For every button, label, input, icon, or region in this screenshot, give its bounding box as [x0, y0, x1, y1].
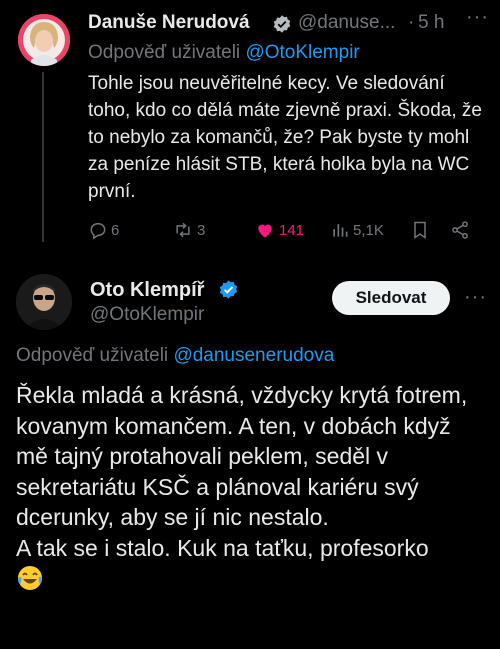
replying-to: Odpověď uživateli @OtoKlempir: [88, 42, 360, 64]
reply-mention-link[interactable]: @danusenerudova: [173, 345, 334, 366]
more-options-icon[interactable]: ···: [466, 6, 489, 29]
avatar-oto[interactable]: [16, 274, 72, 330]
avatar-danuse[interactable]: [18, 14, 70, 66]
reply-prefix: Odpověď uživateli: [16, 345, 169, 366]
bookmark-icon: [414, 221, 426, 239]
replying-to: Odpověď uživateli @danusenerudova: [16, 345, 334, 367]
author-name[interactable]: Oto Klempíř: [90, 279, 204, 302]
share-button[interactable]: [450, 220, 473, 240]
more-options-icon[interactable]: ···: [464, 286, 487, 309]
tweet-actions: 6 3 141 5,1K: [88, 220, 488, 246]
share-icon: [452, 221, 468, 239]
retweet-button[interactable]: 3: [172, 220, 205, 240]
avatar-portrait-icon: [18, 14, 70, 66]
tweet-text-body: Řekla mladá a krásná, vždycky krytá fotr…: [16, 382, 468, 561]
reply-mention-link[interactable]: @OtoKlempir: [245, 42, 359, 63]
like-button[interactable]: 141: [254, 220, 304, 240]
reply-prefix: Odpověď uživateli: [88, 42, 241, 63]
time-separator: ·: [408, 12, 415, 33]
face-with-tears-of-joy-icon: [16, 564, 44, 600]
retweet-icon: [176, 222, 190, 238]
follow-button[interactable]: Sledovat: [332, 281, 450, 315]
verified-badge-icon: [218, 279, 239, 305]
reply-count: 6: [111, 221, 120, 239]
bookmark-button[interactable]: [410, 220, 433, 240]
reply-icon: [90, 223, 106, 240]
timestamp[interactable]: 5 h: [418, 12, 444, 34]
like-count: 141: [279, 221, 305, 239]
views-chart-icon: [333, 224, 348, 237]
verified-badge-icon: [272, 14, 292, 39]
heart-icon: [258, 224, 272, 238]
author-handle[interactable]: @OtoKlempir: [90, 304, 204, 326]
avatar-portrait-icon: [16, 274, 72, 330]
reply-button[interactable]: 6: [88, 220, 119, 240]
thread-line: [42, 72, 44, 242]
author-name[interactable]: Danuše Nerudová: [88, 12, 250, 34]
retweet-count: 3: [197, 221, 206, 239]
tweet-text: Tohle jsou neuvěřitelné kecy. Ve sledová…: [88, 73, 482, 202]
view-count: 5,1K: [353, 221, 384, 239]
views-button[interactable]: 5,1K: [330, 220, 384, 240]
author-handle[interactable]: @danuse...: [298, 12, 395, 34]
tweet-text: Řekla mladá a krásná, vždycky krytá fotr…: [16, 380, 486, 599]
